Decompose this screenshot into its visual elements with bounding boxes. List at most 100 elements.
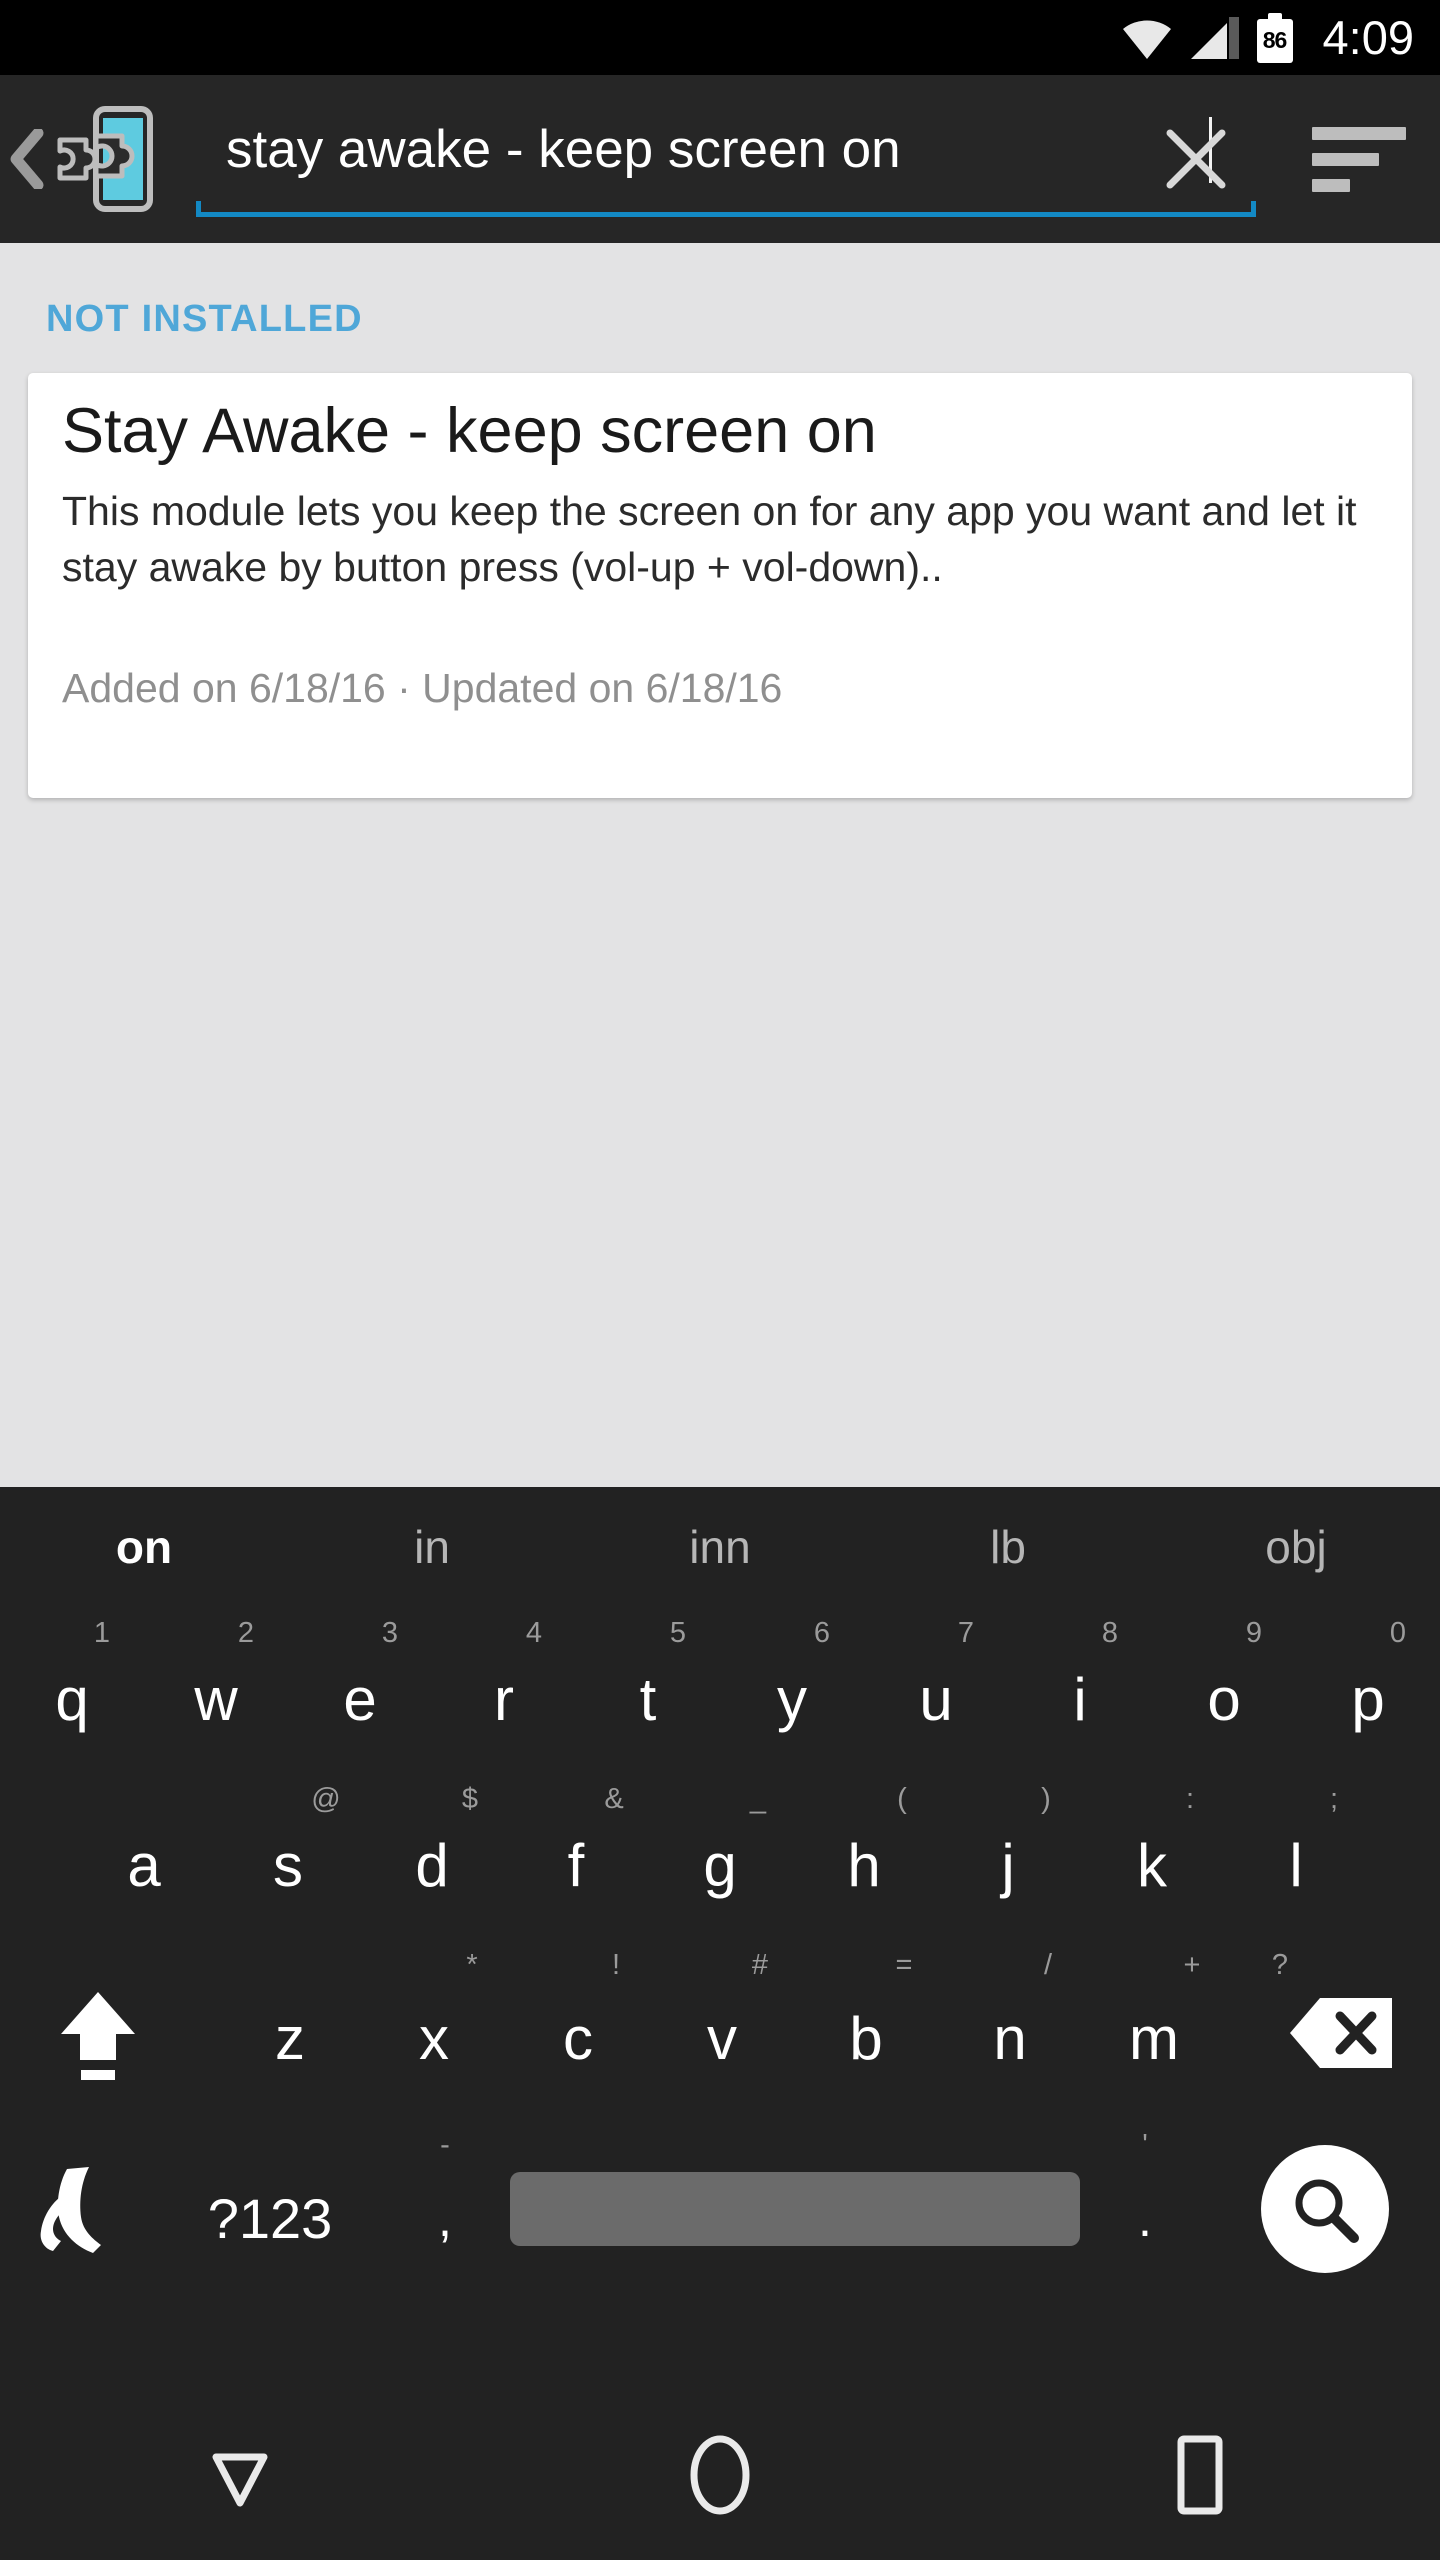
module-results-list: NOT INSTALLED Stay Awake - keep screen o… xyxy=(0,243,1440,1487)
suggestion-strip: on in inn lb obj xyxy=(0,1487,1440,1607)
key-c-label: c xyxy=(563,2005,593,2072)
recents-button[interactable] xyxy=(1100,2390,1300,2560)
key-b[interactable]: = b xyxy=(794,1939,938,2119)
key-j[interactable]: ) j xyxy=(936,1773,1080,1939)
key-c[interactable]: ! c xyxy=(506,1939,650,2119)
key-o[interactable]: 9o xyxy=(1152,1607,1296,1773)
key-x-alt: * xyxy=(466,1949,478,1981)
module-dates: Added on 6/18/16 · Updated on 6/18/16 xyxy=(62,665,783,711)
key-e-label: e xyxy=(343,1666,377,1733)
key-m[interactable]: + m xyxy=(1082,1939,1226,2119)
key-w[interactable]: 2w xyxy=(144,1607,288,1773)
search-field-underline xyxy=(196,201,1256,217)
sort-filter-icon-bar-3 xyxy=(1312,178,1350,192)
key-p-label: p xyxy=(1351,1666,1385,1733)
module-card[interactable]: Stay Awake - keep screen on This module … xyxy=(28,373,1412,798)
suggestion-1[interactable]: in xyxy=(288,1524,576,1570)
search-icon xyxy=(1295,2179,1359,2243)
key-i[interactable]: 8i xyxy=(1008,1607,1152,1773)
sort-filter-button[interactable] xyxy=(1300,115,1410,203)
keyboard-row-3: z * x! c # v = b / n + m? xyxy=(0,1939,1440,2119)
key-y[interactable]: 6y xyxy=(720,1607,864,1773)
wifi-icon xyxy=(1121,17,1173,59)
shift-key[interactable] xyxy=(0,1939,196,2119)
key-l-label: l xyxy=(1289,1832,1303,1899)
search-input[interactable]: stay awake - keep screen on xyxy=(196,101,1256,217)
key-alt-trailing-row3-label: ? xyxy=(1271,1949,1289,1981)
key-p[interactable]: 0p xyxy=(1296,1607,1440,1773)
keyboard-row-4: ?123 - , ' . xyxy=(0,2119,1440,2299)
key-r[interactable]: 4r xyxy=(432,1607,576,1773)
key-b-alt: = xyxy=(895,1949,913,1981)
key-f-alt: & xyxy=(604,1783,624,1815)
handwriting-gesture-key[interactable] xyxy=(0,2119,160,2299)
search-enter-key[interactable] xyxy=(1210,2119,1440,2299)
key-w-label: w xyxy=(194,1666,238,1733)
back-chevron-icon xyxy=(10,129,44,189)
symbols-key[interactable]: ?123 xyxy=(160,2119,380,2299)
home-button[interactable] xyxy=(620,2390,820,2560)
home-circle-icon xyxy=(690,2435,750,2515)
key-m-alt: + xyxy=(1183,1949,1201,1981)
clear-search-button[interactable] xyxy=(1150,113,1242,205)
key-f[interactable]: & f xyxy=(504,1773,648,1939)
module-description: This module lets you keep the screen on … xyxy=(62,488,1357,590)
hide-keyboard-down-icon xyxy=(212,2453,268,2507)
key-t-alt: 5 xyxy=(669,1617,687,1649)
key-q[interactable]: 1q xyxy=(0,1607,144,1773)
key-d[interactable]: $ d xyxy=(360,1773,504,1939)
key-q-alt: 1 xyxy=(93,1617,111,1649)
key-e-alt: 3 xyxy=(381,1617,399,1649)
key-f-label: f xyxy=(567,1832,585,1899)
key-r-label: r xyxy=(494,1666,514,1733)
key-u-alt: 7 xyxy=(957,1617,975,1649)
handwriting-gesture-icon xyxy=(40,2167,101,2253)
key-s[interactable]: @ s xyxy=(216,1773,360,1939)
suggestion-3[interactable]: lb xyxy=(864,1524,1152,1570)
key-w-alt: 2 xyxy=(237,1617,255,1649)
module-title: Stay Awake - keep screen on xyxy=(62,396,877,466)
key-h[interactable]: (h xyxy=(792,1773,936,1939)
key-alt-trailing-row3: ? xyxy=(1226,1939,1370,2119)
key-l-alt: ; xyxy=(1329,1783,1339,1815)
space-key[interactable] xyxy=(510,2119,1080,2299)
key-x[interactable]: * x xyxy=(362,1939,506,2119)
comma-key[interactable]: - , xyxy=(380,2119,510,2299)
key-y-alt: 6 xyxy=(813,1617,831,1649)
status-bar: 86 4:09 xyxy=(0,0,1440,75)
suggestion-0[interactable]: on xyxy=(0,1524,288,1570)
key-v-alt: # xyxy=(751,1949,769,1981)
key-e[interactable]: 3e xyxy=(288,1607,432,1773)
key-t-label: t xyxy=(639,1666,657,1733)
key-y-label: y xyxy=(777,1666,807,1733)
close-icon xyxy=(1166,129,1226,189)
key-d-alt: $ xyxy=(461,1783,479,1815)
key-g[interactable]: _ g xyxy=(648,1773,792,1939)
key-a[interactable]: a xyxy=(72,1773,216,1939)
key-l[interactable]: ; l xyxy=(1224,1773,1368,1939)
period-key-label: . xyxy=(1138,2191,1152,2247)
app-home-button[interactable] xyxy=(10,97,170,221)
key-m-label: m xyxy=(1129,2005,1179,2072)
key-v[interactable]: # v xyxy=(650,1939,794,2119)
cellular-signal-icon xyxy=(1190,16,1239,59)
key-n[interactable]: / n xyxy=(938,1939,1082,2119)
key-v-label: v xyxy=(707,2005,737,2072)
on-screen-keyboard: on in inn lb obj 1q2w3e4r5t6y7u8i9o0p a @… xyxy=(0,1487,1440,2390)
suggestion-2[interactable]: inn xyxy=(576,1524,864,1570)
search-input-value: stay awake - keep screen on xyxy=(226,120,901,179)
key-z[interactable]: z xyxy=(218,1939,362,2119)
key-k[interactable]: :k xyxy=(1080,1773,1224,1939)
suggestion-4[interactable]: obj xyxy=(1152,1524,1440,1570)
xposed-installer-icon xyxy=(57,106,153,212)
key-r-alt: 4 xyxy=(525,1617,543,1649)
key-t[interactable]: 5t xyxy=(576,1607,720,1773)
key-u[interactable]: 7u xyxy=(864,1607,1008,1773)
status-bar-clock: 4:09 xyxy=(1322,11,1414,64)
shift-key-icon xyxy=(61,1992,135,2080)
key-j-alt: ) xyxy=(1041,1783,1051,1815)
hide-keyboard-button[interactable] xyxy=(140,2390,340,2560)
comma-key-alt: - xyxy=(440,2129,450,2161)
period-key[interactable]: ' . xyxy=(1080,2119,1210,2299)
key-p-alt: 0 xyxy=(1389,1617,1407,1649)
